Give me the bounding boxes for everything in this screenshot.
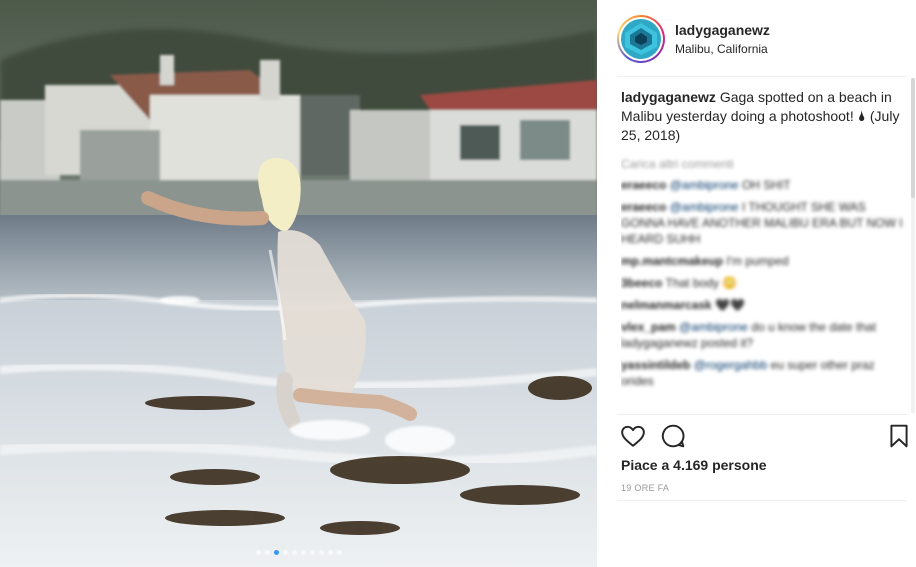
comment-item: yassintildeb @rogergahbb eu super other … <box>621 357 909 389</box>
header-divider <box>617 76 907 77</box>
comment-item: eraeeco @ambiprone OH SHIT <box>621 177 909 193</box>
location-link[interactable]: Malibu, California <box>675 42 770 56</box>
comment-username-link[interactable]: eraeeco <box>621 178 666 192</box>
load-more-comments-button[interactable]: Carica altri commenti <box>621 157 909 171</box>
story-ring[interactable] <box>617 15 665 63</box>
heart-icon[interactable] <box>620 423 646 449</box>
comment-text: OH SHIT <box>738 178 791 192</box>
comment-text: 🖤🖤 <box>715 298 745 312</box>
comment-username-link[interactable]: vlex_pam <box>621 320 676 334</box>
carousel-dot[interactable] <box>336 550 342 555</box>
post-actions-bar <box>620 423 912 451</box>
carousel-dot[interactable] <box>273 550 279 555</box>
comment-username-link[interactable]: 3beeco <box>621 276 662 290</box>
comment-mention-link[interactable]: @ambiprone <box>670 178 739 192</box>
comment-text: That body 😳 <box>665 276 738 290</box>
comment-item: eraeeco @ambiprone I THOUGHT SHE WAS GON… <box>621 199 909 247</box>
carousel-dot[interactable] <box>300 550 306 555</box>
avatar[interactable] <box>621 19 661 59</box>
comment-item: vlex_pam @ambiprone do u know the date t… <box>621 319 909 351</box>
comments-list[interactable]: ladygaganewz Gaga spotted on a beach in … <box>621 88 909 413</box>
post-caption: ladygaganewz Gaga spotted on a beach in … <box>621 88 909 145</box>
comment-item: 3beeco That body 😳 <box>621 275 909 291</box>
comment-items: eraeeco @ambiprone OH SHIT eraeeco @ambip… <box>621 177 909 389</box>
bookmark-icon[interactable] <box>886 423 912 449</box>
comment-username-link[interactable]: mp.mantcmakeup <box>621 254 723 268</box>
carousel-dot[interactable] <box>282 550 288 555</box>
carousel-dots[interactable] <box>0 550 597 555</box>
comment-mention-link[interactable]: @ambiprone <box>679 320 748 334</box>
comment-text: I'm pumped <box>726 254 789 268</box>
carousel-dot[interactable] <box>318 550 324 555</box>
carousel-dot[interactable] <box>255 550 261 555</box>
avatar-logo-icon <box>621 19 661 59</box>
comment-username-link[interactable]: eraeeco <box>621 200 666 214</box>
carousel-dot[interactable] <box>309 550 315 555</box>
caption-username-link[interactable]: ladygaganewz <box>621 89 716 105</box>
likes-count-link[interactable]: Piace a 4.169 persone <box>621 457 767 473</box>
comments-scrollbar[interactable] <box>911 78 915 413</box>
comment-mention-link[interactable]: @ambiprone <box>670 200 739 214</box>
post-header: ladygaganewz Malibu, California <box>617 14 907 64</box>
footer-divider <box>617 500 907 501</box>
comments-divider <box>617 414 907 415</box>
post-timestamp[interactable]: 19 ORE FA <box>621 483 669 493</box>
comment-bubble-icon[interactable] <box>660 423 686 449</box>
post-photo[interactable] <box>0 0 597 567</box>
comment-mention-link[interactable]: @rogergahbb <box>694 358 768 372</box>
carousel-dot[interactable] <box>264 550 270 555</box>
comment-item: nelmanmarcask 🖤🖤 <box>621 297 909 313</box>
comment-username-link[interactable]: yassintildeb <box>621 358 690 372</box>
scrollbar-thumb[interactable] <box>911 78 915 198</box>
comment-username-link[interactable]: nelmanmarcask <box>621 298 712 312</box>
comment-item: mp.mantcmakeup I'm pumped <box>621 253 909 269</box>
beach-photo-image <box>0 0 597 567</box>
carousel-dot[interactable] <box>327 550 333 555</box>
carousel-dot[interactable] <box>291 550 297 555</box>
header-username-link[interactable]: ladygaganewz <box>675 22 770 38</box>
